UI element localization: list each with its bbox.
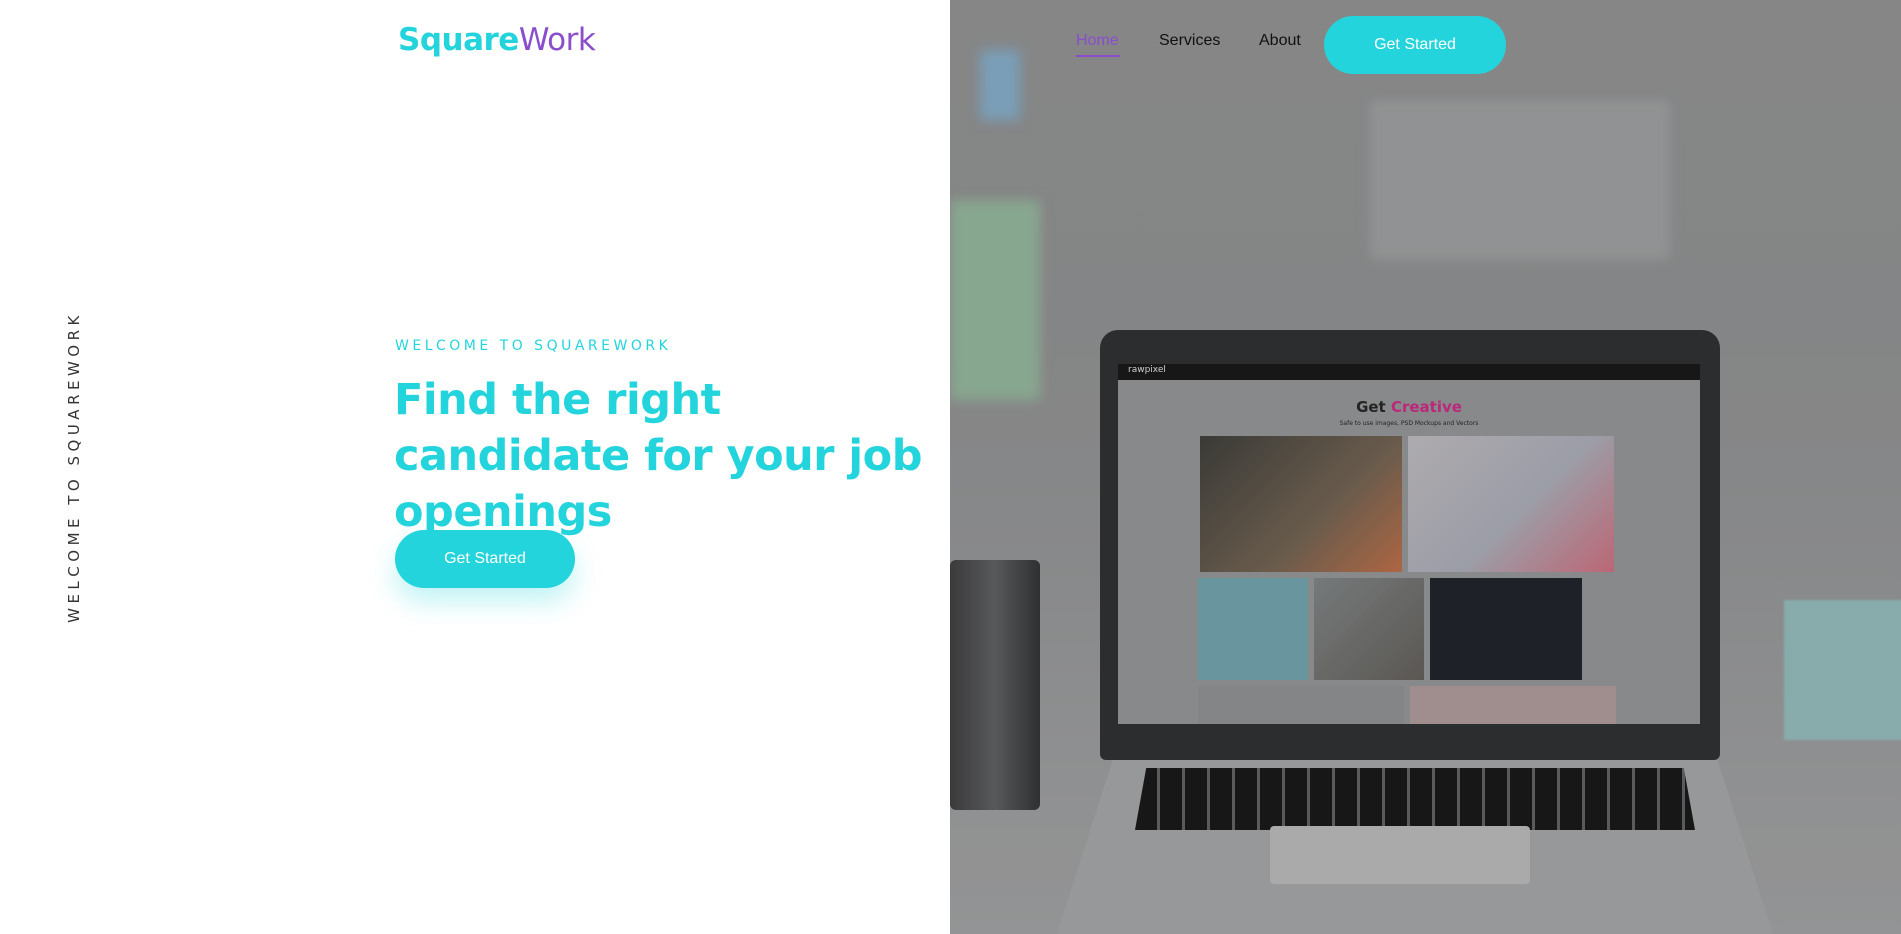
nav-get-started-button[interactable]: Get Started [1324, 16, 1506, 74]
site-logo[interactable]: SquareWork [398, 22, 596, 58]
vertical-welcome-text: WELCOME TO SQUAREWORK [65, 311, 83, 623]
hero-image-panel: rawpixel Get Creative Safe to use images… [950, 0, 1901, 934]
nav-item-about[interactable]: About [1259, 32, 1301, 50]
nav-item-services[interactable]: Services [1159, 32, 1220, 50]
hero-headline: Find the right candidate for your job op… [394, 375, 922, 537]
nav-active-underline [1076, 55, 1120, 57]
top-navigation: Home Services About Get Started [950, 0, 1901, 90]
logo-part-square: Square [398, 22, 519, 58]
logo-part-work: Work [518, 22, 596, 58]
nav-item-home[interactable]: Home [1076, 32, 1119, 50]
image-overlay [950, 0, 1901, 934]
hero-left-panel: SquareWork WELCOME TO SQUAREWORK WELCOME… [0, 0, 950, 934]
landing-page: SquareWork WELCOME TO SQUAREWORK WELCOME… [0, 0, 1901, 934]
hero-eyebrow: WELCOME TO SQUAREWORK [395, 338, 672, 354]
hero-get-started-button[interactable]: Get Started [395, 530, 575, 588]
